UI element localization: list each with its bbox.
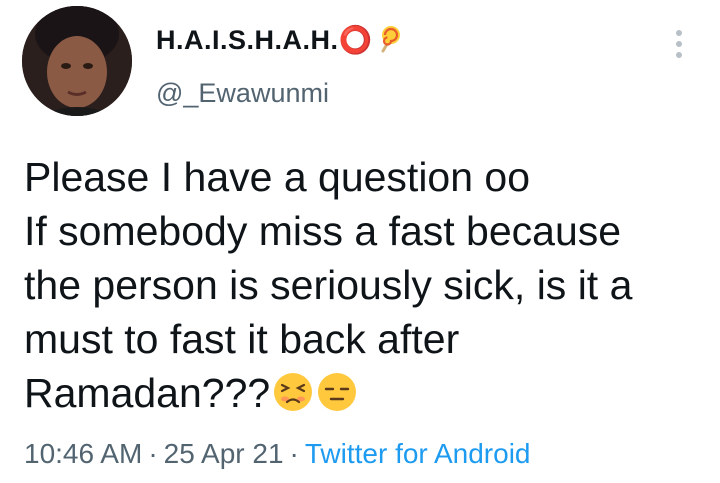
avatar[interactable] bbox=[22, 6, 132, 116]
tweet-time[interactable]: 10:46 AM bbox=[24, 438, 142, 469]
tweet-line: must to fast it back after bbox=[24, 316, 460, 362]
display-name-text: H.A.I.S.H.A.H.⭕ bbox=[156, 25, 373, 55]
expressionless-face-emoji bbox=[316, 371, 358, 426]
tweet-line: If somebody miss a fast because bbox=[24, 208, 622, 254]
tweet-line: Ramadan??? bbox=[24, 370, 271, 416]
user-handle[interactable]: @_Ewawunmi bbox=[156, 78, 329, 109]
tweet-date[interactable]: 25 Apr 21 bbox=[164, 438, 284, 469]
more-vertical-icon[interactable] bbox=[672, 30, 686, 66]
tweet-line: the person is seriously sick, is it a bbox=[24, 262, 633, 308]
profile-photo bbox=[22, 6, 132, 116]
tweet-line: Please I have a question oo bbox=[24, 154, 531, 200]
display-name[interactable]: H.A.I.S.H.A.H.⭕ bbox=[156, 24, 401, 60]
lollipop-icon bbox=[377, 25, 401, 60]
tweet-source-link[interactable]: Twitter for Android bbox=[305, 438, 531, 469]
meta-separator: · bbox=[148, 438, 158, 469]
tweet-text: Please I have a question oo If somebody … bbox=[24, 150, 704, 426]
persevering-face-emoji bbox=[272, 371, 314, 426]
tweet-line-last: Ramadan??? bbox=[24, 366, 704, 426]
meta-separator: · bbox=[289, 438, 299, 469]
tweet-meta: 10:46 AM · 25 Apr 21 · Twitter for Android bbox=[24, 438, 531, 470]
